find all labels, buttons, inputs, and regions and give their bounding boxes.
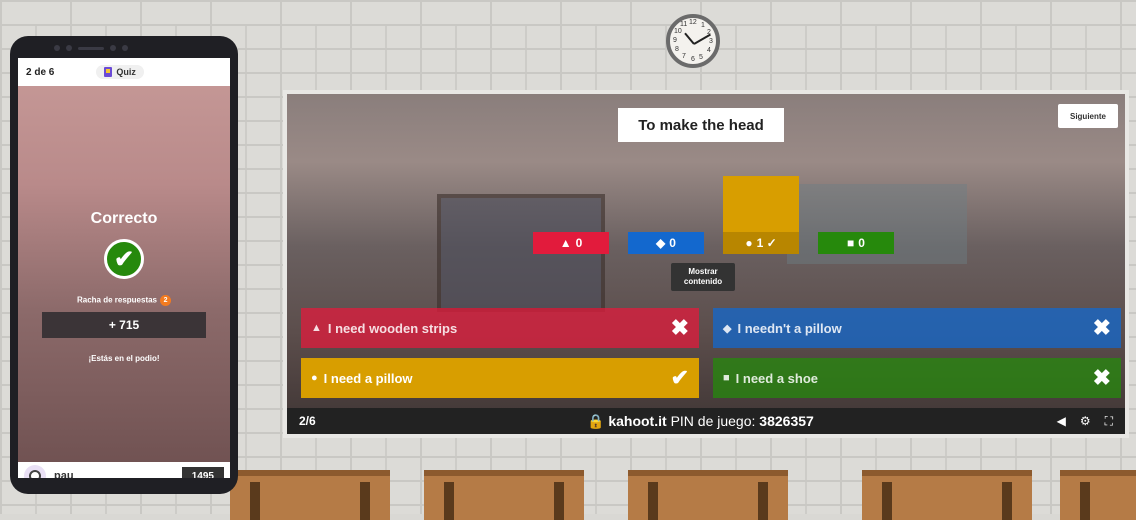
- clock-number: 1: [701, 22, 705, 29]
- clock-number: 6: [691, 56, 695, 63]
- phone-device: 2 de 6 Quiz Correcto ✔ Racha de respuest…: [10, 36, 238, 494]
- answer-square: ■ I need a shoe ✖: [713, 358, 1121, 398]
- clock-number: 10: [674, 28, 682, 35]
- answer-text: I need a pillow: [323, 370, 413, 386]
- quiz-icon: [104, 67, 113, 77]
- game-footer: 2/6 🔒 kahoot.it PIN de juego: 3826357 ◀ …: [287, 408, 1125, 434]
- check-icon: ✔: [104, 239, 144, 279]
- player-score: 1495: [181, 466, 224, 478]
- phone-screen: 2 de 6 Quiz Correcto ✔ Racha de respuest…: [18, 58, 230, 478]
- answer-triangle: ▲ I need wooden strips ✖: [301, 308, 699, 348]
- answer-diamond: ◆ I needn't a pillow ✖: [713, 308, 1121, 348]
- podium-message: ¡Estás en el podio!: [88, 354, 160, 363]
- gear-icon[interactable]: ⚙: [1080, 414, 1091, 429]
- circle-icon: ●: [311, 372, 318, 384]
- triangle-icon: ▲: [311, 322, 322, 334]
- next-button[interactable]: Siguiente: [1058, 104, 1118, 128]
- desk: [1060, 470, 1136, 520]
- streak-badge: 2: [160, 295, 172, 306]
- question-progress: 2 de 6: [26, 66, 55, 78]
- stat-value: 1 ✓: [756, 236, 777, 250]
- check-icon: ✔: [670, 365, 689, 390]
- site-name: kahoot.it: [608, 412, 667, 429]
- stat-diamond: ◆ 0: [628, 232, 704, 254]
- game-pin-info: 🔒 kahoot.it PIN de juego: 3826357: [587, 413, 814, 430]
- phone-camera-bar: [54, 44, 194, 52]
- question-title: To make the head: [618, 108, 784, 142]
- triangle-icon: ▲: [559, 236, 572, 250]
- show-content-button[interactable]: Mostrar contenido: [671, 263, 735, 291]
- cross-icon: ✖: [670, 315, 689, 340]
- stat-value: 0: [575, 236, 583, 250]
- answer-count-bar: [723, 176, 799, 232]
- clock-number: 5: [699, 54, 703, 61]
- desk: [230, 470, 390, 520]
- game-stage: To make the head Siguiente ▲ 0 ◆ 0 ● 1 ✓ ■ 0…: [287, 94, 1125, 434]
- desk: [424, 470, 584, 520]
- stat-value: 0: [669, 236, 676, 250]
- streak-label: Racha de respuestas 2: [18, 295, 230, 306]
- volume-icon[interactable]: ◀: [1057, 414, 1066, 429]
- projection-screen: To make the head Siguiente ▲ 0 ◆ 0 ● 1 ✓ ■ 0…: [283, 90, 1129, 438]
- stat-circle: ● 1 ✓: [723, 232, 799, 254]
- diamond-icon: ◆: [723, 322, 732, 335]
- answer-text: I need a shoe: [735, 370, 819, 386]
- quiz-type-label: Quiz: [116, 67, 136, 77]
- circle-icon: ●: [745, 236, 753, 250]
- desk: [628, 470, 788, 520]
- desk: [862, 470, 1032, 520]
- avatar: [24, 465, 46, 478]
- clock-number: 3: [709, 38, 713, 45]
- clock-number: 8: [675, 46, 679, 53]
- diamond-icon: ◆: [656, 236, 666, 250]
- clock-number: 7: [682, 53, 686, 60]
- cross-icon: ✖: [1092, 365, 1111, 390]
- clock-number: 4: [707, 47, 711, 54]
- clock-number: 11: [680, 21, 688, 28]
- answer-text: I need wooden strips: [327, 320, 458, 336]
- player-bar: pau 1495: [18, 462, 230, 478]
- question-counter: 2/6: [299, 414, 316, 428]
- pin-number: 3826357: [759, 412, 814, 429]
- streak-text: Racha de respuestas: [76, 295, 158, 305]
- wall-clock: 12 1 2 3 4 5 6 7 8 9 10 11: [666, 14, 720, 68]
- square-icon: ■: [723, 372, 730, 384]
- stat-value: 0: [858, 236, 865, 250]
- lock-icon: 🔒: [587, 412, 605, 429]
- fullscreen-icon[interactable]: ⛶: [1105, 414, 1113, 429]
- phone-header: 2 de 6 Quiz: [18, 58, 230, 86]
- stat-square: ■ 0: [818, 232, 894, 254]
- clock-number: 12: [689, 19, 697, 26]
- player-name: pau: [54, 470, 74, 478]
- pin-label: PIN de juego:: [670, 412, 756, 429]
- answer-text: I needn't a pillow: [737, 320, 842, 336]
- points-earned: + 715: [42, 312, 206, 338]
- answer-circle: ● I need a pillow ✔: [301, 358, 699, 398]
- cross-icon: ✖: [1092, 315, 1111, 340]
- stat-triangle: ▲ 0: [533, 232, 609, 254]
- clock-number: 9: [673, 37, 677, 44]
- square-icon: ■: [847, 236, 855, 250]
- quiz-type-badge: Quiz: [96, 65, 144, 79]
- result-title: Correcto: [90, 210, 158, 227]
